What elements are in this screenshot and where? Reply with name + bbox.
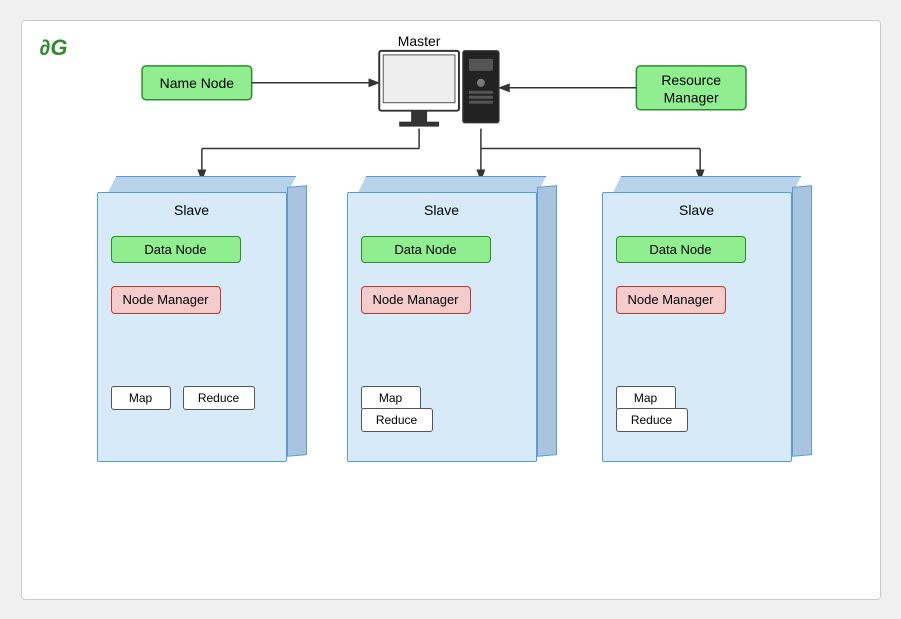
map-2: Map (361, 386, 421, 410)
slave-label-1: Slave (97, 202, 287, 218)
node-manager-1: Node Manager (111, 286, 221, 315)
resource-manager-label: Resource (661, 71, 721, 87)
reduce-2: Reduce (361, 408, 433, 432)
slave-box-2: Slave Data Node Node Manager Map Reduce (347, 176, 557, 486)
data-node-1: Data Node (111, 236, 241, 263)
data-node-3: Data Node (616, 236, 746, 263)
reduce-1: Reduce (183, 386, 255, 410)
name-node-label: Name Node (159, 74, 234, 90)
resource-manager-label2: Manager (663, 89, 718, 105)
cube-side-2 (537, 185, 557, 457)
node-manager-3: Node Manager (616, 286, 726, 315)
map-3: Map (616, 386, 676, 410)
diagram-container: ∂G Master Name Node Resource Manager (21, 20, 881, 600)
cube-front-1 (97, 192, 287, 462)
slave-box-3: Slave Data Node Node Manager Map Reduce (602, 176, 812, 486)
slave-box-1: Slave Data Node Node Manager Map Reduce (97, 176, 307, 476)
cube-side-3 (792, 185, 812, 457)
logo: ∂G (40, 35, 68, 61)
reduce-3: Reduce (616, 408, 688, 432)
cube-side-1 (287, 185, 307, 457)
data-node-2: Data Node (361, 236, 491, 263)
node-manager-2: Node Manager (361, 286, 471, 315)
map-1: Map (111, 386, 171, 410)
master-label: Master (397, 32, 440, 48)
slave-label-2: Slave (347, 202, 537, 218)
slave-label-3: Slave (602, 202, 792, 218)
